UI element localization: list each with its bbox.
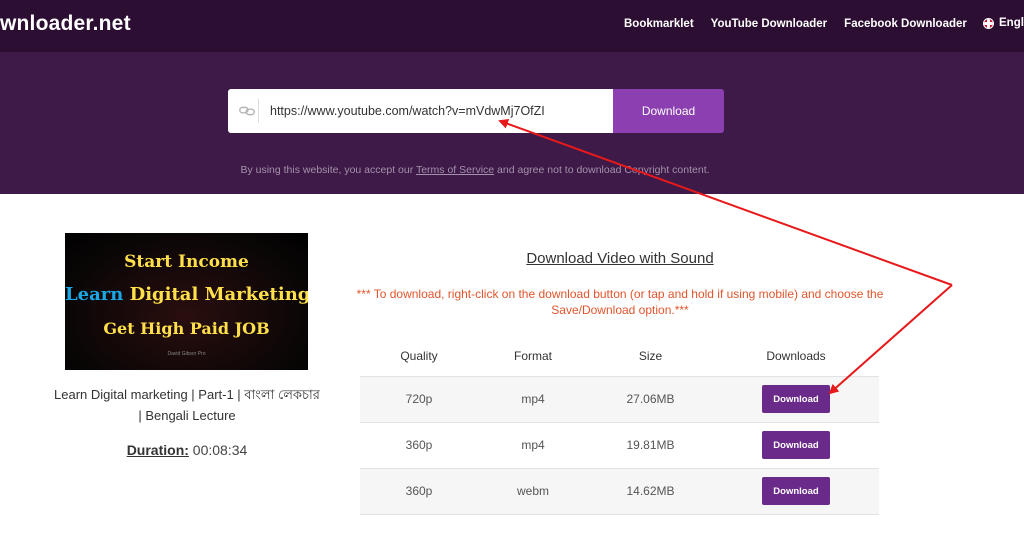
hero-section: Download By using this website, you acce… — [0, 52, 1024, 194]
main-nav: Bookmarklet YouTube Downloader Facebook … — [624, 18, 984, 30]
thumb-line-2-a: Learn — [65, 284, 124, 305]
video-duration: Duration: 00:08:34 — [52, 442, 322, 458]
nav-facebook-downloader[interactable]: Facebook Downloader — [844, 18, 967, 30]
download-720p-mp4-button[interactable]: Download — [762, 385, 830, 413]
video-title: Learn Digital marketing | Part-1 | বাংলা… — [54, 387, 320, 423]
top-navbar: wnloader.net Bookmarklet YouTube Downloa… — [0, 0, 1024, 52]
video-thumbnail: Start Income Learn Digital Marketing Get… — [65, 233, 308, 370]
downloads-table: Quality Format Size Downloads 720p mp4 2… — [360, 337, 879, 515]
language-selector[interactable]: Engl — [983, 17, 1024, 29]
download-instruction-note: *** To download, right-click on the down… — [356, 287, 884, 317]
main-download-button[interactable]: Download — [613, 89, 724, 133]
thumb-line-1: Start Income — [124, 252, 249, 272]
row-size: 27.06MB — [588, 376, 713, 423]
row-size: 19.81MB — [588, 422, 713, 469]
row-download-cell: Download — [713, 376, 879, 423]
terms-notice: By using this website, you accept our Te… — [0, 164, 950, 176]
terms-of-service-link[interactable]: Terms of Service — [416, 164, 494, 176]
row-format: mp4 — [478, 422, 588, 469]
table-row: 360p webm 14.62MB Download — [360, 468, 879, 515]
row-format: webm — [478, 468, 588, 515]
terms-suffix: and agree not to download Copyright cont… — [494, 164, 710, 176]
site-logo[interactable]: wnloader.net — [0, 12, 131, 36]
duration-label: Duration: — [126, 442, 189, 458]
thumb-line-2: Learn Digital Marketing — [65, 284, 308, 305]
nav-youtube-downloader[interactable]: YouTube Downloader — [711, 18, 828, 30]
table-row: 360p mp4 19.81MB Download — [360, 422, 879, 469]
input-divider — [258, 99, 259, 123]
row-download-cell: Download — [713, 468, 879, 515]
row-download-cell: Download — [713, 422, 879, 469]
thumb-small-text: David Gibsor Pro — [167, 351, 206, 357]
row-quality: 720p — [360, 376, 478, 423]
table-header-row: Quality Format Size Downloads — [360, 337, 879, 377]
terms-prefix: By using this website, you accept our — [240, 164, 416, 176]
row-size: 14.62MB — [588, 468, 713, 515]
duration-value: 00:08:34 — [188, 442, 248, 458]
thumb-line-3: Get High Paid JOB — [103, 319, 270, 338]
video-url-input[interactable] — [270, 104, 600, 118]
nav-bookmarklet[interactable]: Bookmarklet — [624, 18, 694, 30]
download-360p-mp4-button[interactable]: Download — [762, 431, 830, 459]
row-quality: 360p — [360, 468, 478, 515]
table-row: 720p mp4 27.06MB Download — [360, 376, 879, 423]
header-downloads: Downloads — [713, 337, 879, 377]
url-input-wrapper — [228, 89, 614, 133]
header-quality: Quality — [360, 337, 478, 377]
language-label: Engl — [999, 17, 1024, 29]
uk-flag-icon — [983, 17, 994, 29]
download-360p-webm-button[interactable]: Download — [762, 477, 830, 505]
link-icon — [239, 106, 255, 116]
header-size: Size — [588, 337, 713, 377]
download-section-title: Download Video with Sound — [526, 250, 714, 267]
row-format: mp4 — [478, 376, 588, 423]
thumb-line-2-b: Digital Marketing — [123, 284, 308, 305]
row-quality: 360p — [360, 422, 478, 469]
header-format: Format — [478, 337, 588, 377]
